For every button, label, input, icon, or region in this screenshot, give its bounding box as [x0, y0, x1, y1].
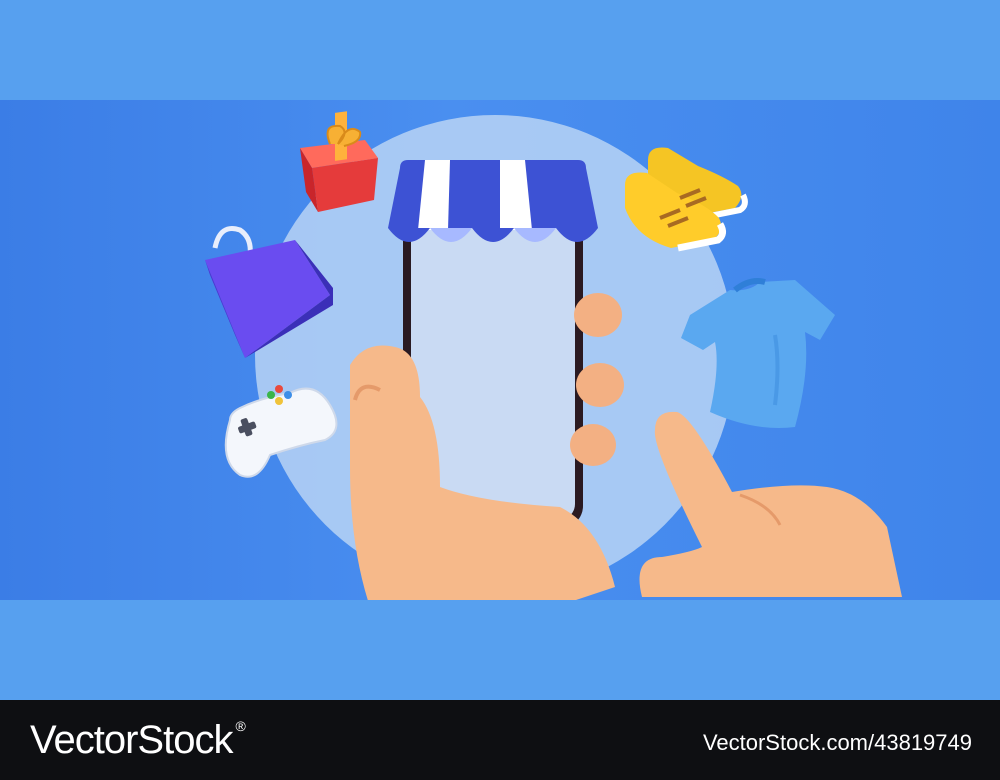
image-id: VectorStock.com/43819749: [702, 730, 972, 755]
illustration-scene: [0, 100, 1000, 600]
trademark-symbol: ®: [235, 718, 245, 734]
gift-box-icon: [300, 111, 378, 212]
brand-text: VectorStock: [30, 718, 233, 762]
sneakers-icon: [625, 147, 748, 252]
bottom-band: [0, 600, 1000, 700]
vectorstock-logo: VectorStock ®: [30, 718, 246, 763]
top-band: [0, 0, 1000, 100]
illustration-svg: [205, 111, 902, 600]
watermark-footer: VectorStock ® VectorStock.com/43819749: [0, 700, 1000, 780]
